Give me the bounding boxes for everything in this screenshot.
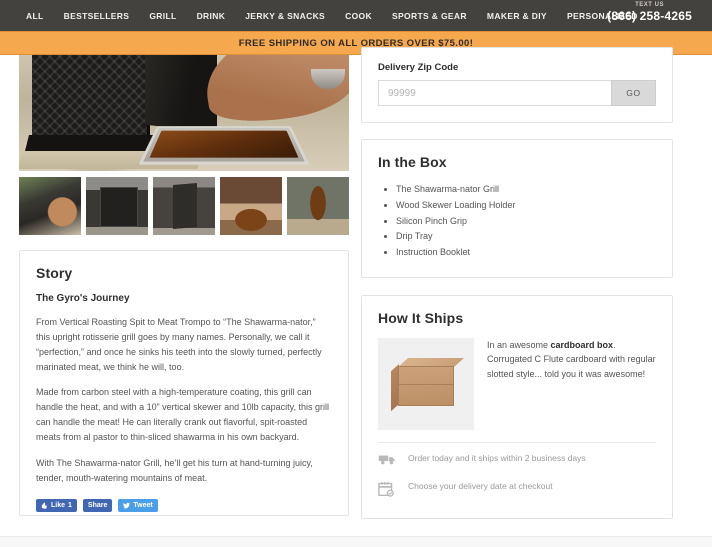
facebook-share-button[interactable]: Share [82, 499, 113, 513]
product-thumbnail-5[interactable] [287, 177, 349, 235]
twitter-tweet-label: Tweet [133, 502, 153, 510]
thumbnail-image [220, 177, 282, 235]
box-front-shape [398, 365, 454, 406]
list-item: Drip Tray [396, 229, 656, 245]
shipping-feature-delivery-time: Order today and it ships within 2 busine… [378, 443, 656, 471]
shipping-feature-delivery-date: Choose your delivery date at checkout [378, 471, 656, 502]
delivery-zip-go-button[interactable]: GO [611, 80, 656, 106]
delivery-zip-row: GO [378, 80, 656, 106]
social-share-buttons: Like 1 Share Tweet [36, 499, 332, 513]
story-subtitle: The Gyro's Journey [36, 293, 130, 304]
product-thumbnail-3[interactable] [153, 177, 215, 235]
top-navigation-bar: ALL BESTSELLERS GRILL DRINK JERKY & SNAC… [0, 0, 712, 31]
list-item: Silicon Pinch Grip [396, 214, 656, 230]
page-content: Story The Gyro's Journey From Vertical R… [0, 47, 712, 536]
delivery-zip-label: Delivery Zip Code [378, 62, 459, 73]
thumbnail-image [153, 177, 215, 235]
twitter-bird-icon [123, 502, 131, 509]
thumbnail-image [86, 177, 148, 235]
right-column: Delivery Zip Code GO In the Box The Shaw… [361, 47, 673, 536]
product-thumbnail-strip [19, 177, 349, 235]
facebook-like-button[interactable]: Like 1 [36, 499, 77, 513]
twitter-tweet-button[interactable]: Tweet [118, 499, 158, 513]
product-thumbnail-1[interactable] [19, 177, 81, 235]
delivery-zip-card: Delivery Zip Code GO [361, 47, 673, 123]
facebook-like-count: 1 [68, 502, 72, 510]
page-footer-strip [0, 536, 712, 547]
left-column: Story The Gyro's Journey From Vertical R… [19, 55, 349, 536]
truck-icon [378, 452, 398, 471]
shipping-feature-text: Choose your delivery date at checkout [408, 480, 553, 491]
product-main-image[interactable] [19, 55, 349, 171]
nav-item-sports-and-gear[interactable]: SPORTS & GEAR [392, 11, 467, 21]
product-photo-graphic [19, 55, 349, 171]
story-paragraph-3: With The Shawarma-nator Grill, he’ll get… [36, 457, 313, 483]
story-paragraph-2: Made from carbon steel with a high-tempe… [36, 387, 329, 442]
how-it-ships-card: How It Ships In an awesome cardboard box… [361, 294, 673, 519]
nav-item-drink[interactable]: DRINK [197, 11, 226, 21]
primary-nav-links: ALL BESTSELLERS GRILL DRINK JERKY & SNAC… [26, 11, 638, 21]
facebook-like-label: Like [51, 502, 66, 510]
calendar-check-icon [378, 480, 398, 502]
nav-item-all[interactable]: ALL [26, 11, 44, 21]
list-item: Instruction Booklet [396, 245, 656, 261]
how-it-ships-title: How It Ships [378, 309, 464, 326]
nav-item-maker-and-diy[interactable]: MAKER & DIY [487, 11, 547, 21]
nav-item-grill[interactable]: GRILL [149, 11, 176, 21]
shipping-feature-text: Order today and it ships within 2 busine… [408, 452, 586, 463]
in-the-box-list: The Shawarma-nator Grill Wood Skewer Loa… [378, 182, 656, 261]
product-thumbnail-4[interactable] [220, 177, 282, 235]
in-the-box-title: In the Box [378, 154, 447, 170]
thumbnail-image [19, 177, 81, 235]
list-item: The Shawarma-nator Grill [396, 182, 656, 198]
ships-desc-lead: In an awesome [487, 339, 551, 350]
drip-tray-shape [138, 126, 310, 165]
story-card: Story The Gyro's Journey From Vertical R… [19, 250, 349, 516]
shipping-box-image [378, 337, 474, 430]
nav-item-jerky-and-snacks[interactable]: JERKY & SNACKS [245, 11, 325, 21]
thumbs-up-icon [41, 502, 48, 509]
nav-item-cook[interactable]: COOK [345, 11, 372, 21]
phone-number-link[interactable]: (866) 258-4265 [607, 9, 692, 24]
story-paragraph-1: From Vertical Roasting Spit to Meat Trom… [36, 317, 322, 372]
story-title: Story [36, 265, 73, 281]
product-thumbnail-2[interactable] [86, 177, 148, 235]
ships-desc-bold: cardboard box [550, 339, 614, 350]
how-it-ships-description: In an awesome cardboard box. Corrugated … [487, 338, 656, 430]
facebook-share-label: Share [87, 502, 108, 510]
how-it-ships-row: In an awesome cardboard box. Corrugated … [378, 337, 656, 430]
delivery-zip-input[interactable] [378, 80, 611, 106]
list-item: Wood Skewer Loading Holder [396, 198, 656, 214]
text-us-label: TEXT US [635, 2, 664, 8]
person-arm-shape [199, 55, 349, 131]
text-us-block: TEXT US (866) 258-4265 [607, 2, 692, 24]
thumbnail-image [287, 177, 349, 235]
grill-base-shape [25, 135, 159, 151]
nav-item-bestsellers[interactable]: BESTSELLERS [64, 11, 130, 21]
in-the-box-card: In the Box The Shawarma-nator Grill Wood… [361, 139, 673, 278]
